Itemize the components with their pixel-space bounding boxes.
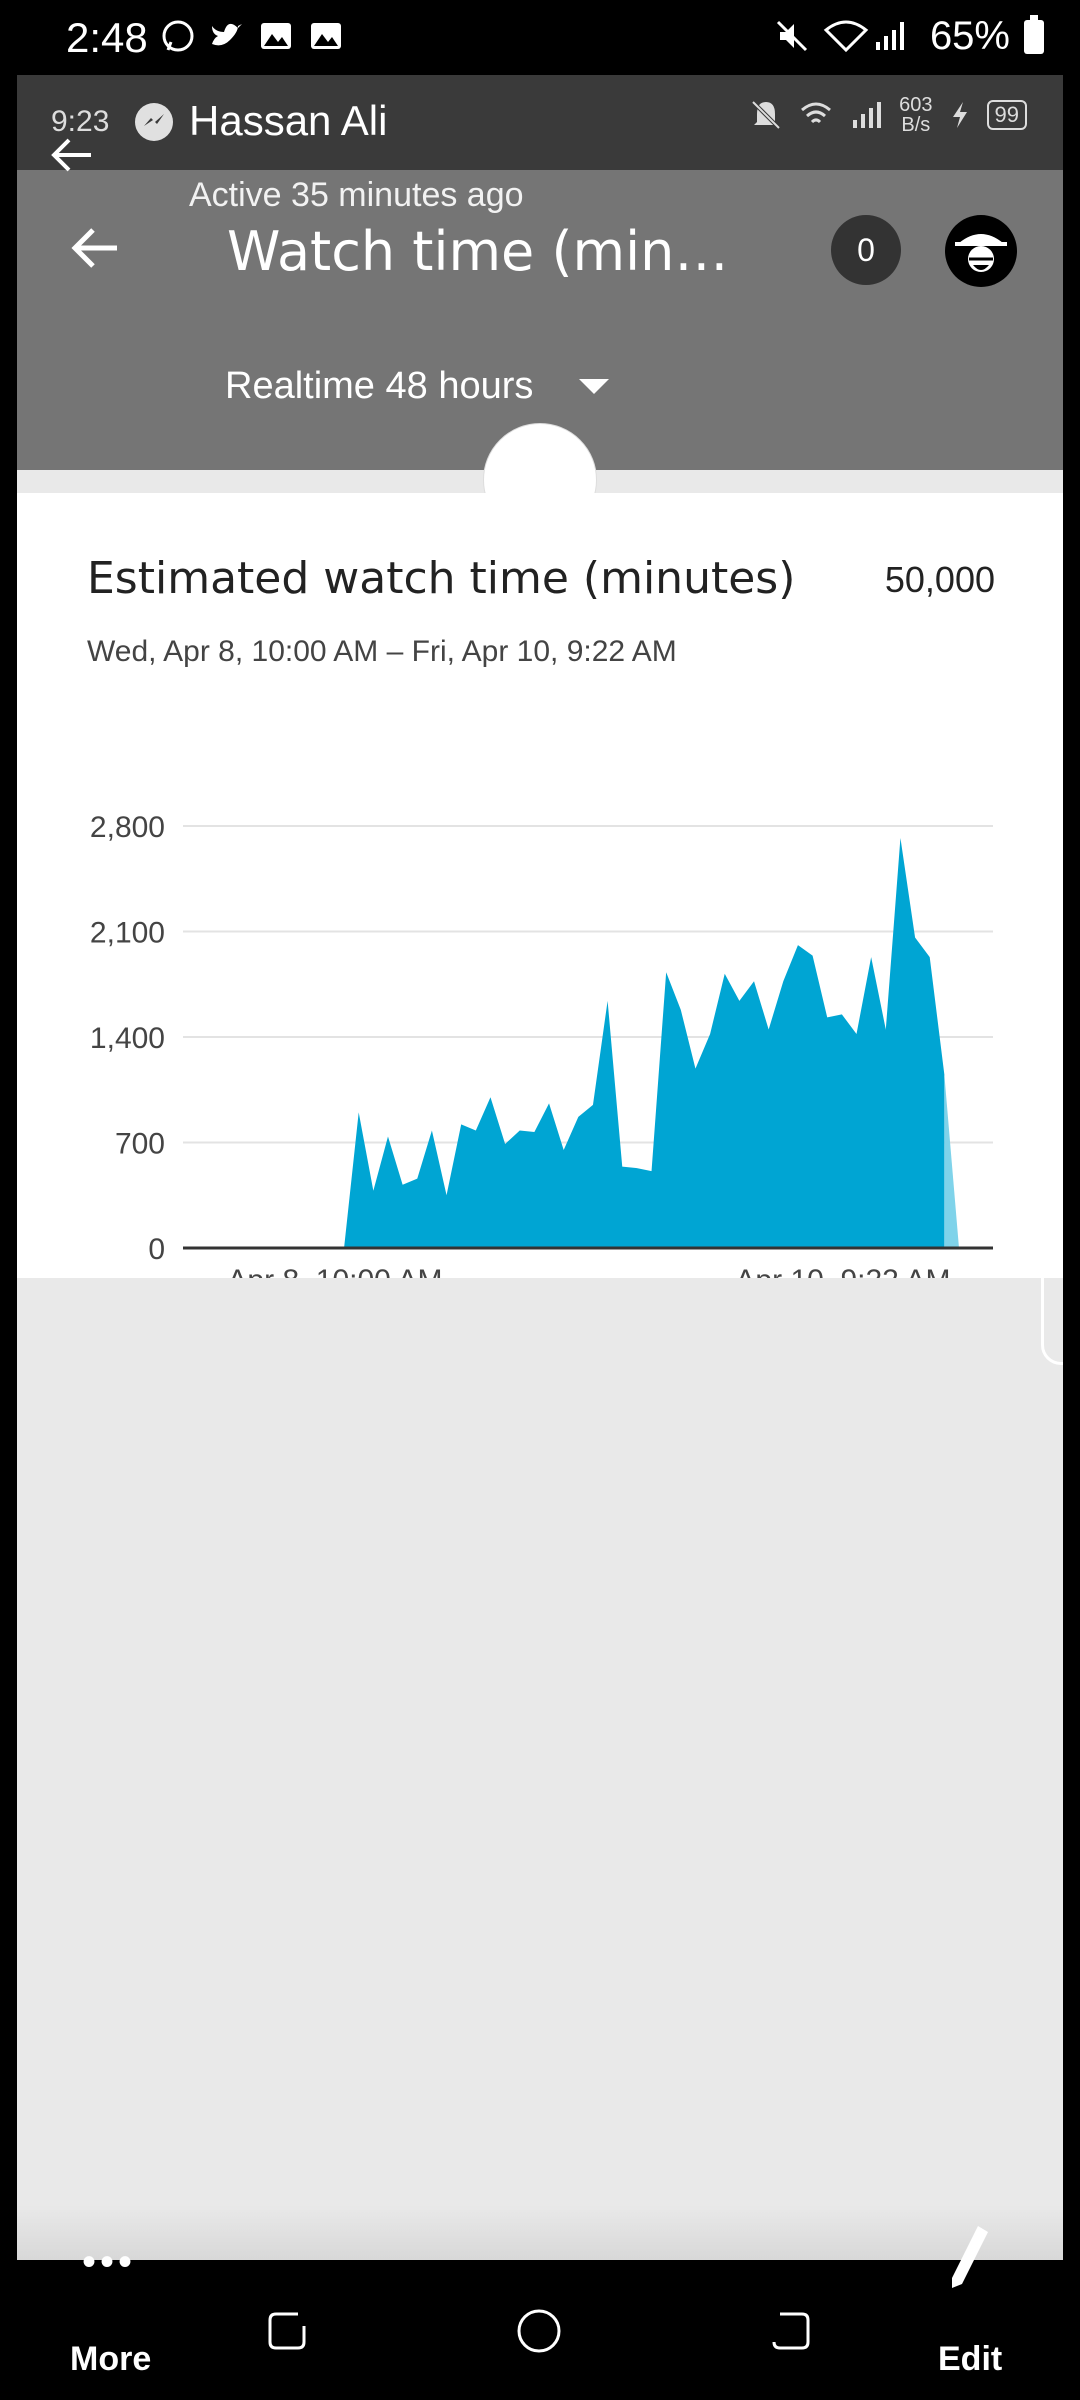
- y-tick-label: 700: [115, 1128, 165, 1161]
- battery-level: 99: [986, 100, 1027, 130]
- active-status: Active 35 minutes ago: [189, 176, 524, 214]
- avatar[interactable]: [945, 215, 1017, 287]
- home-icon[interactable]: [514, 2306, 564, 2356]
- y-tick-label: 2,100: [90, 917, 165, 950]
- screenshot-frame: 9:23 Hassan Ali 603 B/s 99 Active 35 minu…: [17, 75, 1063, 2260]
- mute-icon: [776, 20, 808, 52]
- x-tick-label: Apr 8, 10:00 AM: [227, 1264, 442, 1278]
- projected-segment: [944, 1074, 959, 1248]
- chart-card: Estimated watch time (minutes) 50,000 We…: [17, 493, 1063, 1278]
- image-icon: [261, 23, 291, 49]
- back-nav-icon[interactable]: [766, 2306, 816, 2356]
- more-dots-icon[interactable]: •••: [82, 2240, 136, 2285]
- y-tick-label: 1,400: [90, 1022, 165, 1055]
- signal-icon: [853, 102, 882, 128]
- messenger-icon: [135, 103, 173, 141]
- page-title: Watch time (minut...: [227, 220, 747, 283]
- notification-count-badge[interactable]: 0: [831, 215, 901, 285]
- period-dropdown[interactable]: Realtime 48 hours: [225, 365, 610, 408]
- back-arrow-icon[interactable]: [47, 130, 97, 180]
- edit-button[interactable]: Edit: [938, 2340, 1002, 2379]
- y-tick-label: 2,800: [90, 811, 165, 844]
- bottom-navigation: ••• More Edit: [0, 2226, 1080, 2400]
- twitter-icon: [212, 23, 242, 46]
- messenger-notification[interactable]: 9:23 Hassan Ali 603 B/s 99: [17, 75, 1063, 170]
- back-button[interactable]: [67, 220, 123, 276]
- wifi-icon: [823, 20, 869, 53]
- status-time: 2:48: [66, 14, 148, 61]
- bottom-shade: [17, 2205, 1063, 2260]
- watch-time-chart: 2,800 2,100 1,400 700 0 Apr 8, 10:00 AM Apr 10…: [90, 811, 993, 1278]
- profile-avatar-icon: [955, 234, 1007, 272]
- notifications-off-icon: [751, 100, 781, 130]
- charging-icon: [952, 102, 967, 128]
- device-status-bar: 2:48 65%: [0, 0, 1080, 75]
- whatsapp-icon: [162, 20, 194, 52]
- x-tick-label: Apr 10, 9:22 AM: [735, 1264, 950, 1278]
- recent-apps-icon[interactable]: [262, 2306, 312, 2356]
- sender-name: Hassan Ali: [189, 97, 388, 144]
- edit-pen-icon[interactable]: [944, 2222, 994, 2292]
- dropdown-caret-icon: [579, 379, 610, 394]
- side-panel-handle[interactable]: [1041, 1065, 1063, 1365]
- area-series: [183, 838, 945, 1248]
- more-button[interactable]: More: [70, 2340, 151, 2379]
- battery-icon: [1024, 15, 1044, 54]
- notification-status-icons: 603 B/s 99: [749, 95, 1027, 135]
- signal-icon: [876, 22, 904, 50]
- period-label: Realtime 48 hours: [225, 365, 534, 407]
- y-tick-label: 0: [148, 1233, 165, 1266]
- wifi-icon: [801, 102, 832, 124]
- battery-percent: 65%: [929, 14, 1010, 58]
- image-icon: [311, 23, 341, 49]
- network-speed: 603 B/s: [899, 94, 933, 136]
